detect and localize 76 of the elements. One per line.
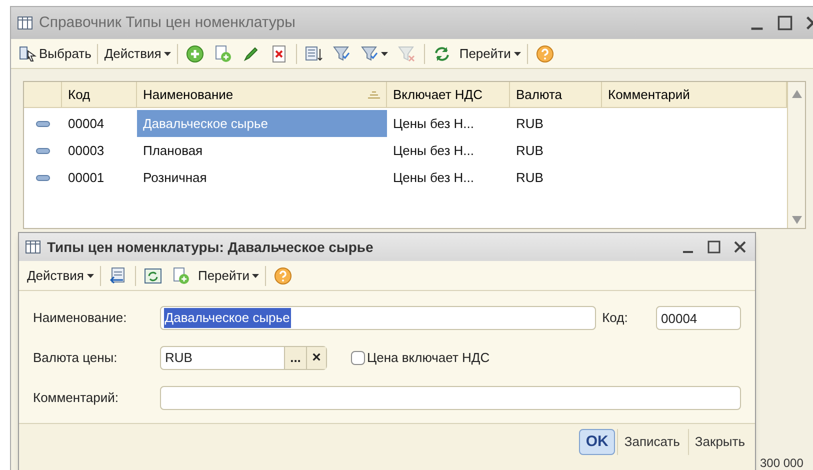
item-icon xyxy=(36,148,50,154)
toolbar-button[interactable] xyxy=(142,266,164,284)
table-cell-text: Цены без Н... xyxy=(392,168,476,187)
name-field[interactable]: Давальческое сырье xyxy=(160,306,596,330)
toolbar-button[interactable]: Выбрать xyxy=(19,44,92,64)
refresh-icon xyxy=(433,44,452,62)
toolbar-button[interactable] xyxy=(359,44,390,62)
scroll-down-icon[interactable] xyxy=(792,216,802,224)
select-button[interactable]: ... xyxy=(284,347,306,369)
menu-button[interactable]: Перейти xyxy=(459,44,521,64)
table-cell-text: Розничная xyxy=(142,168,208,187)
table-cell-text: 00001 xyxy=(67,168,106,187)
menu-button[interactable]: Действия xyxy=(104,44,172,64)
caret-icon xyxy=(86,274,94,278)
field-label: Наименование: xyxy=(33,309,128,328)
filter-off-icon xyxy=(398,44,416,62)
menu-button[interactable]: Действия xyxy=(27,266,94,286)
filter-icon xyxy=(333,44,352,62)
maximize-icon[interactable] xyxy=(777,15,793,31)
table-row[interactable]: 00003 Плановая Цены без Н... RUB xyxy=(24,137,787,164)
menu-button[interactable]: Перейти xyxy=(198,266,260,286)
table-cell-text: Плановая xyxy=(142,142,204,160)
maximize-icon[interactable] xyxy=(707,240,721,254)
caret-icon xyxy=(381,52,388,56)
table-cell-text: Цены без Н... xyxy=(392,114,476,133)
sort-icon xyxy=(368,90,380,98)
table-cell-text: Цены без Н... xyxy=(392,142,476,160)
column-header[interactable]: Включает НДС xyxy=(387,82,510,107)
table-row[interactable]: 00004 Давальческое сырье Цены без Н... RUB xyxy=(24,110,787,137)
vat-checkbox[interactable]: Цена включает НДС xyxy=(351,348,490,368)
table-row[interactable]: 00001 Розничная Цены без Н... RUB xyxy=(24,164,787,191)
column-header[interactable]: Наименование xyxy=(137,82,387,107)
add-icon xyxy=(186,44,204,62)
table-icon xyxy=(25,240,41,254)
caret-icon xyxy=(514,52,521,56)
dialog-button[interactable]: Закрыть xyxy=(688,429,751,455)
caret-icon xyxy=(252,274,260,278)
item-icon xyxy=(36,120,50,126)
status-value: 300 000 xyxy=(760,456,804,470)
comment-field[interactable] xyxy=(160,386,741,410)
table-cell: Давальческое сырье xyxy=(137,110,387,137)
help-icon xyxy=(274,266,292,284)
copy-icon xyxy=(214,44,232,62)
code-field[interactable]: 00004 xyxy=(656,306,741,330)
field-label: Комментарий: xyxy=(33,389,120,408)
column-header[interactable]: Валюта xyxy=(510,82,602,107)
refresh-icon xyxy=(144,266,162,284)
table-cell-text: 00004 xyxy=(67,114,106,133)
table-icon xyxy=(17,16,33,30)
select-icon xyxy=(19,44,37,62)
table-cell-text: RUB xyxy=(515,142,544,160)
pencil-icon xyxy=(242,44,260,62)
scroll-up-icon[interactable] xyxy=(792,90,802,98)
filter-icon xyxy=(361,44,380,62)
field-label: Валюта цены: xyxy=(33,349,118,368)
dialog-button[interactable]: Записать xyxy=(617,429,686,455)
close-icon[interactable] xyxy=(733,240,747,254)
table-cell-text: RUB xyxy=(515,114,544,133)
scrollbar[interactable] xyxy=(787,82,805,228)
help-icon xyxy=(536,44,554,62)
column-header[interactable]: Код xyxy=(62,82,137,107)
checkbox[interactable] xyxy=(351,351,365,365)
field-label: Код: xyxy=(602,309,629,328)
dialog-title: Типы цен номенклатуры: Давальческое сырье xyxy=(47,238,374,257)
filter-list-icon xyxy=(305,44,324,62)
item-icon xyxy=(36,174,50,180)
dialog-button[interactable]: OK xyxy=(578,429,616,455)
clear-button[interactable]: × xyxy=(306,347,326,369)
currency-field[interactable]: RUB ... × xyxy=(160,346,327,370)
copy-icon xyxy=(172,266,190,284)
toolbar-button[interactable] xyxy=(303,44,326,62)
table-cell-text: 00003 xyxy=(67,142,106,160)
delete-icon xyxy=(270,44,288,62)
caret-icon xyxy=(164,52,172,56)
window-title: Справочник Типы цен номенклатуры xyxy=(39,12,296,33)
table-cell-text: RUB xyxy=(515,168,544,187)
